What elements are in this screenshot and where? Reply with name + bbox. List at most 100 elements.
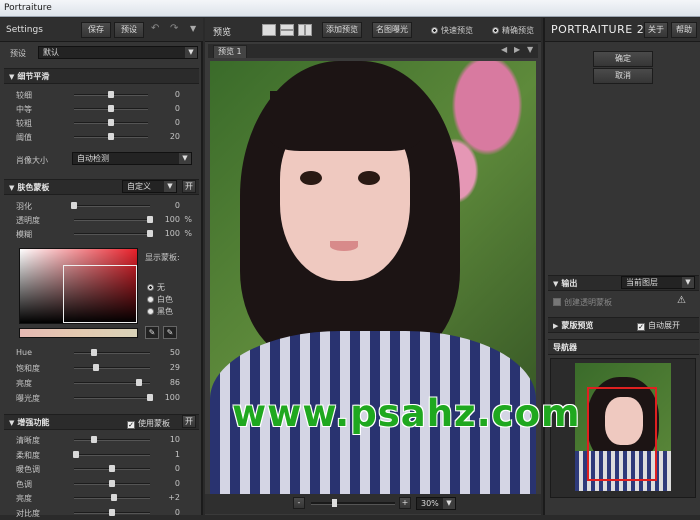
tab-menu-icon[interactable]: ▼ bbox=[527, 45, 533, 54]
slider-value: 0 bbox=[174, 104, 180, 113]
preview-image[interactable] bbox=[210, 61, 536, 501]
eyedropper-minus-icon[interactable]: ✎ bbox=[163, 326, 177, 339]
split-vertical-icon[interactable] bbox=[298, 24, 312, 36]
slider-row: 阈值 20 bbox=[0, 130, 200, 144]
skin-mask-toggle[interactable]: 开 bbox=[182, 180, 196, 193]
display-mask-radio[interactable]: 黑色 bbox=[147, 306, 173, 317]
color-picker-selection[interactable] bbox=[63, 265, 137, 323]
slider-label: 暖色调 bbox=[16, 465, 40, 474]
slider-thumb[interactable] bbox=[108, 133, 114, 140]
precise-preview-label: 精确预览 bbox=[502, 26, 534, 35]
expand-triangle-icon: ▶ bbox=[553, 322, 559, 330]
slider-unit: % bbox=[184, 229, 192, 238]
slider-track[interactable] bbox=[74, 352, 150, 354]
slider-thumb[interactable] bbox=[90, 436, 97, 443]
slider-thumb[interactable] bbox=[108, 119, 114, 126]
split-horizontal-icon[interactable] bbox=[280, 24, 294, 36]
output-dropdown[interactable]: 当前图层 ▼ bbox=[621, 276, 695, 289]
transparent-mask-option[interactable]: 创建透明蒙板 bbox=[553, 297, 612, 308]
navigator-view-rect[interactable] bbox=[587, 387, 657, 481]
detail-smoothing-header[interactable]: ▼ 细节平滑 bbox=[4, 68, 199, 84]
watermark-text: www.psahz.com bbox=[232, 392, 581, 435]
window-title: Portraiture bbox=[4, 3, 52, 13]
preview-panel: 预览 添加预览 名图曝光 快速预览 精确预览 预览 1 ◀ ▶ ▼ - + 30… bbox=[205, 18, 541, 515]
slider-track[interactable] bbox=[74, 439, 150, 441]
output-value: 当前图层 bbox=[626, 278, 658, 287]
slider-thumb[interactable] bbox=[111, 494, 118, 501]
slider-thumb[interactable] bbox=[109, 508, 115, 516]
zoom-slider-thumb[interactable] bbox=[331, 499, 337, 507]
zoom-in-button[interactable]: + bbox=[399, 497, 411, 509]
zoom-slider-track[interactable] bbox=[311, 499, 395, 507]
slider-track[interactable] bbox=[74, 397, 150, 399]
preview-tab-strip: 预览 1 ◀ ▶ ▼ bbox=[208, 44, 538, 58]
slider-track[interactable] bbox=[74, 453, 150, 456]
precise-preview-radio[interactable]: 精确预览 bbox=[492, 25, 534, 36]
about-button[interactable]: 关于 bbox=[644, 22, 668, 38]
slider-track[interactable] bbox=[74, 219, 150, 221]
zone-exposure-button[interactable]: 名图曝光 bbox=[372, 22, 412, 38]
zoom-value: 30% bbox=[421, 499, 439, 508]
add-preview-button[interactable]: 添加预览 bbox=[322, 22, 362, 38]
slider-thumb[interactable] bbox=[71, 202, 77, 209]
slider-thumb[interactable] bbox=[72, 450, 79, 458]
slider-unit: % bbox=[184, 215, 192, 224]
auto-expand-checkbox[interactable]: ✓ 自动展开 bbox=[637, 320, 680, 331]
window-title-bar: Portraiture bbox=[0, 0, 700, 17]
slider-label: 亮度 bbox=[16, 379, 32, 388]
tab-next-icon[interactable]: ▶ bbox=[514, 45, 520, 54]
preset-dropdown[interactable]: 默认 ▼ bbox=[38, 46, 198, 59]
slider-value: 86 bbox=[169, 378, 180, 387]
slider-thumb[interactable] bbox=[93, 364, 100, 371]
preset-button[interactable]: 预设 bbox=[114, 22, 144, 38]
radio-empty-icon bbox=[147, 296, 154, 303]
slider-track[interactable] bbox=[74, 367, 150, 369]
undo-icon[interactable]: ↶ bbox=[151, 23, 159, 34]
slider-thumb[interactable] bbox=[109, 465, 115, 472]
preset-row-label: 预设 bbox=[10, 49, 26, 58]
slider-value: 10 bbox=[169, 435, 180, 444]
redo-icon[interactable]: ↷ bbox=[170, 23, 178, 34]
help-button[interactable]: 帮助 bbox=[671, 22, 697, 38]
preview-tab-1[interactable]: 预览 1 bbox=[213, 45, 247, 58]
slider-row: 暖色调 0 bbox=[0, 462, 200, 476]
ok-button[interactable]: 确定 bbox=[593, 51, 653, 67]
tab-prev-icon[interactable]: ◀ bbox=[501, 45, 507, 54]
output-label: 输出 bbox=[561, 279, 578, 288]
navigator-thumbnail[interactable] bbox=[575, 363, 671, 491]
enhance-toggle[interactable]: 开 bbox=[182, 415, 196, 428]
slider-thumb[interactable] bbox=[90, 349, 97, 356]
slider-label: 饱和度 bbox=[16, 364, 40, 373]
slider-label: 较粗 bbox=[16, 119, 32, 128]
zoom-out-button[interactable]: - bbox=[293, 497, 305, 509]
single-view-icon[interactable] bbox=[262, 24, 276, 36]
color-picker-field[interactable] bbox=[19, 248, 138, 324]
slider-thumb[interactable] bbox=[109, 479, 115, 487]
quick-preview-radio[interactable]: 快速预览 bbox=[431, 25, 473, 36]
radio-label: 白色 bbox=[157, 295, 173, 304]
slider-track[interactable] bbox=[74, 205, 150, 207]
display-mask-radio[interactable]: 白色 bbox=[147, 294, 173, 305]
save-button[interactable]: 保存 bbox=[81, 22, 111, 38]
slider-thumb[interactable] bbox=[108, 91, 114, 98]
skin-tone-swatch[interactable] bbox=[19, 328, 138, 338]
eyedropper-icon[interactable]: ✎ bbox=[145, 326, 159, 339]
cancel-button[interactable]: 取消 bbox=[593, 68, 653, 84]
portrait-size-label: 肖像大小 bbox=[16, 156, 48, 165]
slider-label: 色调 bbox=[16, 479, 32, 489]
use-mask-checkbox[interactable]: ✓ 使用蒙板 bbox=[127, 418, 170, 429]
display-mask-label: 显示蒙板: bbox=[145, 253, 180, 262]
slider-row: 羽化 0 bbox=[0, 199, 200, 213]
slider-value: 0 bbox=[174, 118, 180, 127]
portrait-size-value: 自动检测 bbox=[77, 154, 109, 163]
bangs-shape bbox=[270, 91, 420, 151]
menu-chevron-icon[interactable]: ▼ bbox=[190, 24, 196, 33]
slider-track[interactable] bbox=[74, 233, 150, 235]
slider-thumb[interactable] bbox=[108, 105, 114, 112]
skin-mode-dropdown[interactable]: 自定义 ▼ bbox=[122, 180, 177, 193]
portrait-size-dropdown[interactable]: 自动检测 ▼ bbox=[72, 152, 192, 165]
slider-row: 亮度 +2 bbox=[0, 491, 200, 505]
slider-thumb[interactable] bbox=[136, 379, 143, 386]
display-mask-radio[interactable]: 无 bbox=[147, 282, 165, 293]
zoom-dropdown[interactable]: 30% ▼ bbox=[416, 497, 456, 510]
